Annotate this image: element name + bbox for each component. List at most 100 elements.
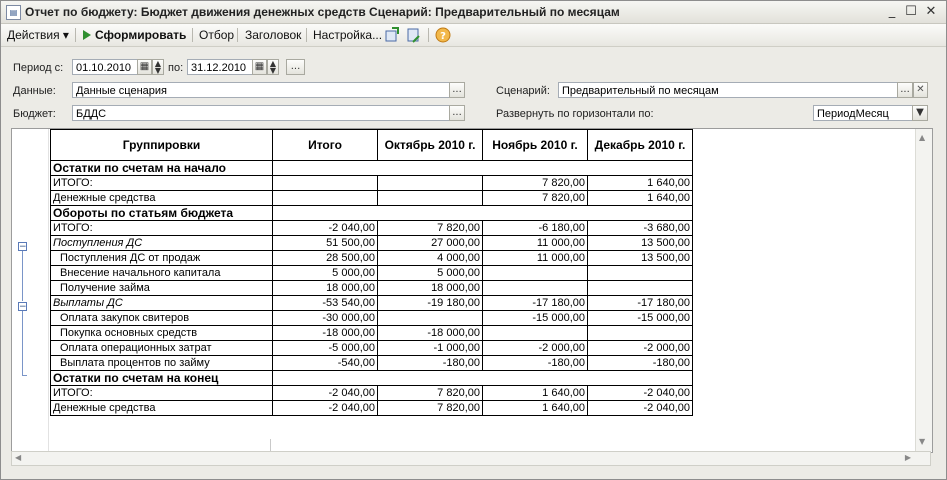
budget-select-button[interactable]: ... <box>449 105 465 121</box>
value-cell[interactable]: -3 680,00 <box>587 220 693 236</box>
value-cell[interactable]: 7 820,00 <box>377 220 483 236</box>
row-label-cell[interactable]: ИТОГО: <box>50 385 273 401</box>
value-cell[interactable]: -2 000,00 <box>587 340 693 356</box>
value-cell[interactable] <box>272 190 378 206</box>
value-cell[interactable] <box>587 160 693 176</box>
value-cell[interactable]: 1 640,00 <box>587 190 693 206</box>
value-cell[interactable] <box>377 370 483 386</box>
value-cell[interactable] <box>482 160 588 176</box>
value-cell[interactable] <box>272 175 378 191</box>
row-label-cell[interactable]: Оплата операционных затрат <box>50 340 273 356</box>
expand-horizontal-select[interactable]: ПериодМесяц <box>813 105 913 121</box>
row-label-cell[interactable]: Поступления ДС <box>50 235 273 251</box>
value-cell[interactable]: 7 820,00 <box>377 400 483 416</box>
scroll-right-icon[interactable]: ▶ <box>905 453 911 462</box>
row-label-cell[interactable]: Поступления ДС от продаж <box>50 250 273 266</box>
value-cell[interactable] <box>587 265 693 281</box>
value-cell[interactable]: 1 640,00 <box>482 385 588 401</box>
value-cell[interactable]: 13 500,00 <box>587 250 693 266</box>
value-cell[interactable]: -2 000,00 <box>482 340 588 356</box>
row-label-cell[interactable]: ИТОГО: <box>50 175 273 191</box>
value-cell[interactable]: -19 180,00 <box>377 295 483 311</box>
value-cell[interactable]: -30 000,00 <box>272 310 378 326</box>
value-cell[interactable]: 51 500,00 <box>272 235 378 251</box>
value-cell[interactable]: 5 000,00 <box>272 265 378 281</box>
actions-menu-button[interactable]: Действия ▾ <box>7 27 69 43</box>
value-cell[interactable] <box>587 370 693 386</box>
value-cell[interactable]: -2 040,00 <box>272 400 378 416</box>
row-label-cell[interactable]: Внесение начального капитала <box>50 265 273 281</box>
scenario-select-button[interactable]: ... <box>897 82 913 98</box>
value-cell[interactable] <box>377 205 483 221</box>
restore-report-icon[interactable] <box>406 27 422 43</box>
collapse-minus-icon[interactable]: − <box>18 242 27 252</box>
value-cell[interactable]: -1 000,00 <box>377 340 483 356</box>
value-cell[interactable]: 11 000,00 <box>482 235 588 251</box>
row-label-cell[interactable]: Выплата процентов по займу <box>50 355 273 371</box>
value-cell[interactable]: 7 820,00 <box>482 175 588 191</box>
value-cell[interactable]: -180,00 <box>377 355 483 371</box>
value-cell[interactable] <box>587 280 693 296</box>
value-cell[interactable]: -18 000,00 <box>377 325 483 341</box>
row-label-cell[interactable]: Денежные средства <box>50 400 273 416</box>
value-cell[interactable]: 7 820,00 <box>482 190 588 206</box>
value-cell[interactable] <box>482 280 588 296</box>
clear-icon[interactable]: ✕ <box>913 82 928 98</box>
vertical-scrollbar[interactable]: ▲ ▼ <box>915 129 932 451</box>
value-cell[interactable] <box>482 325 588 341</box>
value-cell[interactable]: -5 000,00 <box>272 340 378 356</box>
header-button[interactable]: Заголовок <box>245 27 301 43</box>
value-cell[interactable] <box>377 175 483 191</box>
value-cell[interactable]: -180,00 <box>482 355 588 371</box>
maximize-button[interactable]: ☐ <box>903 4 919 19</box>
data-select-button[interactable]: ... <box>449 82 465 98</box>
budget-field[interactable]: БДДС <box>72 105 450 121</box>
filter-button[interactable]: Отбор <box>199 27 234 43</box>
collapse-minus-icon[interactable]: − <box>18 302 27 312</box>
row-label-cell[interactable]: Остатки по счетам на конец <box>50 370 273 386</box>
value-cell[interactable]: -17 180,00 <box>587 295 693 311</box>
row-label-cell[interactable]: Обороты по статьям бюджета <box>50 205 273 221</box>
value-cell[interactable] <box>482 265 588 281</box>
row-label-cell[interactable]: Оплата закупок свитеров <box>50 310 273 326</box>
value-cell[interactable]: -2 040,00 <box>272 220 378 236</box>
row-label-cell[interactable]: Покупка основных средств <box>50 325 273 341</box>
scroll-left-icon[interactable]: ◀ <box>15 453 21 462</box>
calendar-icon[interactable]: ▦ <box>137 59 152 75</box>
value-cell[interactable] <box>272 160 378 176</box>
period-from-field[interactable]: 01.10.2010 <box>72 59 138 75</box>
value-cell[interactable]: -15 000,00 <box>587 310 693 326</box>
calendar-icon[interactable]: ▦ <box>252 59 267 75</box>
value-cell[interactable]: -2 040,00 <box>587 400 693 416</box>
chevron-down-icon[interactable]: ▼ <box>912 105 928 121</box>
value-cell[interactable] <box>482 370 588 386</box>
value-cell[interactable] <box>377 310 483 326</box>
value-cell[interactable]: 7 820,00 <box>377 385 483 401</box>
up-down-spinner-icon[interactable]: ▲ ▼ <box>152 59 164 75</box>
up-down-spinner-icon[interactable]: ▲ ▼ <box>267 59 279 75</box>
value-cell[interactable]: -15 000,00 <box>482 310 588 326</box>
value-cell[interactable]: -18 000,00 <box>272 325 378 341</box>
value-cell[interactable]: 11 000,00 <box>482 250 588 266</box>
row-label-cell[interactable]: Получение займа <box>50 280 273 296</box>
value-cell[interactable] <box>377 190 483 206</box>
value-cell[interactable]: -6 180,00 <box>482 220 588 236</box>
report-spreadsheet[interactable]: Группировки Итого Октябрь 2010 г. Ноябрь… <box>11 128 933 453</box>
period-select-button[interactable]: ... <box>286 59 305 75</box>
horizontal-scrollbar[interactable]: ◀ ▶ <box>11 451 931 466</box>
value-cell[interactable]: -2 040,00 <box>272 385 378 401</box>
value-cell[interactable]: 18 000,00 <box>377 280 483 296</box>
scroll-up-icon[interactable]: ▲ <box>919 133 925 142</box>
row-label-cell[interactable]: Выплаты ДС <box>50 295 273 311</box>
value-cell[interactable]: 27 000,00 <box>377 235 483 251</box>
period-to-field[interactable]: 31.12.2010 <box>187 59 253 75</box>
value-cell[interactable] <box>482 205 588 221</box>
value-cell[interactable] <box>272 370 378 386</box>
close-button[interactable]: ✕ <box>923 4 939 19</box>
minimize-button[interactable]: _ <box>884 4 900 19</box>
row-label-cell[interactable]: ИТОГО: <box>50 220 273 236</box>
row-label-cell[interactable]: Денежные средства <box>50 190 273 206</box>
value-cell[interactable]: 4 000,00 <box>377 250 483 266</box>
value-cell[interactable]: 5 000,00 <box>377 265 483 281</box>
value-cell[interactable]: -2 040,00 <box>587 385 693 401</box>
